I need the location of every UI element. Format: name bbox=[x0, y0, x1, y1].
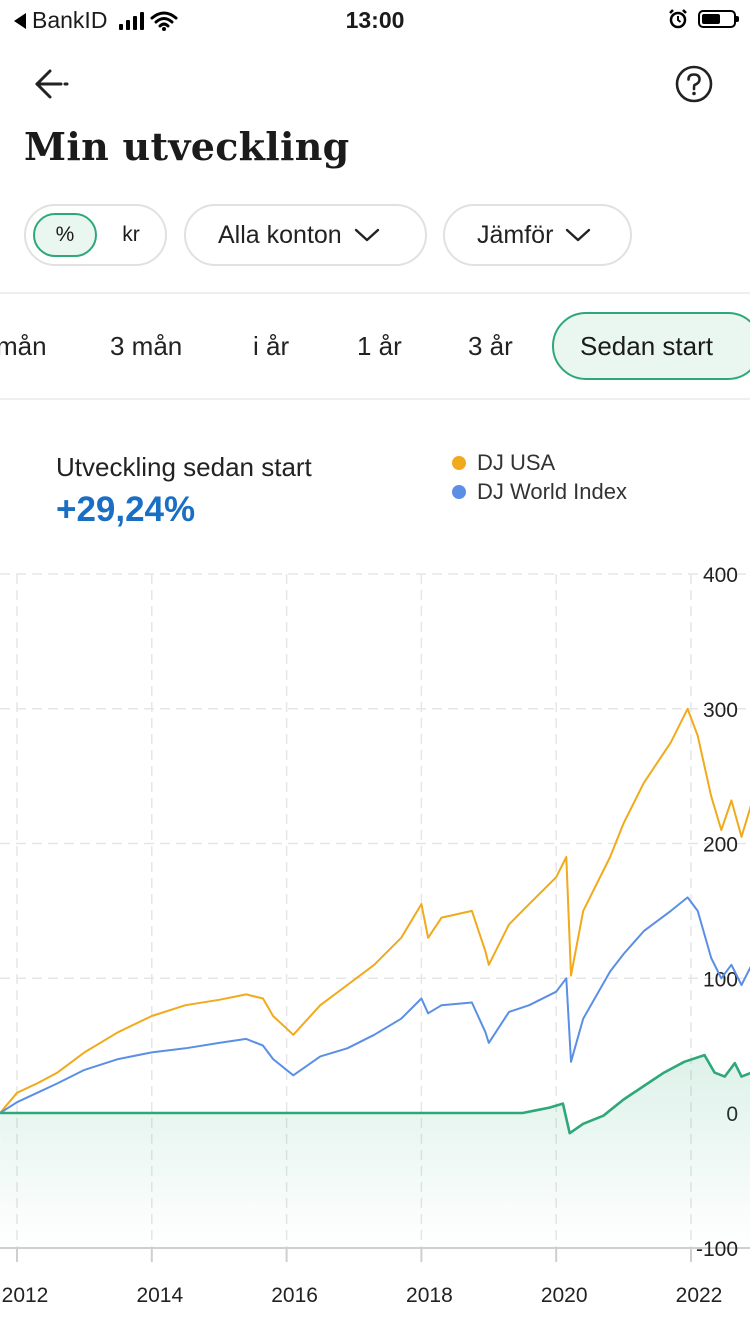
back-button[interactable] bbox=[28, 64, 72, 104]
compare-dropdown[interactable]: Jämför bbox=[443, 204, 632, 266]
accounts-dropdown[interactable]: Alla konton bbox=[184, 204, 427, 266]
divider bbox=[0, 398, 750, 400]
status-bar: BankID 13:00 bbox=[0, 0, 750, 40]
divider bbox=[0, 292, 750, 294]
legend-item-dj-world[interactable]: DJ World Index bbox=[452, 477, 627, 506]
legend-dot bbox=[452, 455, 466, 470]
compare-dropdown-label: Jämför bbox=[477, 220, 554, 249]
performance-chart[interactable]: 4003002001000-10020122014201620182020202… bbox=[0, 540, 750, 1334]
chart-legend: DJ USA DJ World Index bbox=[452, 448, 627, 506]
accounts-dropdown-label: Alla konton bbox=[218, 220, 342, 249]
series-line-dj-world-index bbox=[0, 896, 750, 1114]
tab-3-months[interactable]: 3 mån bbox=[110, 318, 182, 374]
arrow-left-icon bbox=[35, 69, 69, 99]
x-tick-label: 2012 bbox=[2, 1284, 49, 1307]
question-circle-icon bbox=[675, 65, 713, 103]
y-tick-label: 200 bbox=[703, 834, 738, 857]
tab-1-year[interactable]: 1 år bbox=[357, 318, 402, 374]
tab-3-years[interactable]: 3 år bbox=[468, 318, 513, 374]
page-title: Min utveckling bbox=[24, 124, 350, 169]
x-tick-label: 2018 bbox=[406, 1284, 453, 1307]
x-tick-label: 2016 bbox=[271, 1284, 318, 1307]
portfolio-area bbox=[0, 1055, 750, 1248]
performance-value: +29,24% bbox=[56, 490, 196, 529]
y-tick-label: 400 bbox=[703, 564, 738, 587]
alarm-clock-icon bbox=[669, 9, 687, 29]
status-right bbox=[668, 9, 739, 29]
performance-label: Utveckling sedan start bbox=[56, 452, 312, 482]
help-button[interactable] bbox=[674, 64, 714, 104]
legend-dot bbox=[452, 484, 466, 499]
legend-label: DJ World Index bbox=[477, 478, 627, 504]
legend-label: DJ USA bbox=[477, 449, 556, 475]
battery-icon bbox=[698, 10, 739, 28]
x-tick-label: 2022 bbox=[676, 1284, 723, 1307]
unit-percent-option[interactable]: % bbox=[33, 213, 97, 257]
y-tick-label: 300 bbox=[703, 699, 738, 722]
legend-item-dj-usa[interactable]: DJ USA bbox=[452, 448, 627, 477]
tab-ytd[interactable]: i år bbox=[253, 318, 289, 374]
unit-kr-option[interactable]: kr bbox=[106, 213, 156, 257]
tab-since-start[interactable]: Sedan start bbox=[552, 312, 750, 380]
chevron-down-icon bbox=[354, 228, 379, 242]
series-line-dj-usa bbox=[0, 707, 750, 1114]
y-tick-label: 100 bbox=[703, 968, 738, 991]
unit-toggle: % kr bbox=[24, 204, 167, 266]
status-time: 13:00 bbox=[345, 7, 405, 33]
tab-1-month[interactable]: mån bbox=[0, 318, 47, 374]
x-tick-label: 2014 bbox=[136, 1284, 183, 1307]
chevron-down-icon bbox=[566, 228, 591, 242]
x-tick-label: 2020 bbox=[541, 1284, 588, 1307]
